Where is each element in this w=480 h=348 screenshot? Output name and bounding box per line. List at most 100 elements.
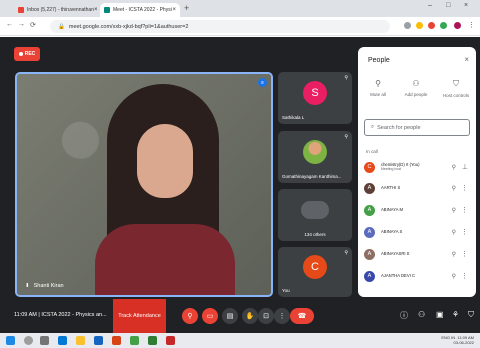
avatar: A: [364, 270, 375, 282]
tile-name: 134 others: [304, 232, 326, 237]
leave-call-button[interactable]: ☎: [290, 308, 314, 324]
mic-off-icon[interactable]: ⚲: [182, 308, 198, 324]
url-text: meet.google.com/xxb-xjkd-bqf?pli=1&authu…: [68, 23, 189, 30]
camera-off-icon[interactable]: ▭: [202, 308, 218, 324]
more-options-icon[interactable]: ⋮: [461, 206, 468, 214]
more-options-icon[interactable]: ⋮: [461, 250, 468, 258]
action-label: Add people: [404, 92, 428, 97]
new-tab-button[interactable]: +: [184, 3, 189, 13]
participant-row[interactable]: A AJANTHA DEVI C ⚲ ⋮: [364, 269, 472, 283]
excel-icon[interactable]: [148, 336, 157, 345]
close-icon[interactable]: ×: [464, 55, 469, 64]
mic-off-icon[interactable]: ⚲: [452, 251, 456, 258]
word-icon[interactable]: [94, 336, 103, 345]
participant-name: AJANTHA DEVI C: [381, 273, 415, 279]
chat-icon[interactable]: ▣: [436, 310, 444, 319]
tab-inbox[interactable]: Inbox (5,227) - thiruvennathan ×: [14, 3, 100, 17]
others-tile[interactable]: 134 others: [278, 189, 352, 241]
search-people-input[interactable]: ⌕ Search for people: [364, 119, 470, 136]
main-speaker-video[interactable]: ≡ ⬇ Shanti Kiran: [15, 72, 273, 297]
participant-name: ABINAYA M: [381, 207, 403, 213]
window-close-icon[interactable]: ×: [464, 2, 468, 9]
maximize-icon[interactable]: □: [446, 2, 450, 9]
pin-icon[interactable]: ⊥: [462, 163, 468, 171]
mic-off-icon[interactable]: ⚲: [452, 185, 456, 192]
lock-icon: 🔒: [58, 23, 65, 30]
file-explorer-icon[interactable]: [76, 336, 85, 345]
in-call-label: In call: [366, 149, 378, 154]
tab-close-icon[interactable]: ×: [94, 7, 98, 13]
mic-off-icon: ⚲: [344, 134, 348, 140]
edge-icon[interactable]: [58, 336, 67, 345]
mic-off-icon[interactable]: ⚲: [452, 164, 456, 171]
participant-name: AARTHI S: [381, 185, 401, 191]
participant-row[interactable]: A ABINAYA M ⚲ ⋮: [364, 203, 472, 217]
participant-tile[interactable]: S ⚲ Sathikala L: [278, 72, 352, 124]
search-icon: ⌕: [371, 124, 375, 130]
cast-icon[interactable]: [404, 22, 411, 29]
recording-badge: REC: [14, 47, 40, 61]
meet-stage: REC ≡ ⬇ Shanti Kiran S ⚲ Sathikala L ⚲ G…: [0, 37, 480, 333]
avatar: S: [303, 80, 327, 105]
participant-row[interactable]: A AARTHI S ⚲ ⋮: [364, 181, 472, 195]
avatar: A: [364, 226, 375, 238]
host-controls-button[interactable]: ⛉ Host controls: [438, 79, 474, 98]
clock-date[interactable]: 03-06-2022: [454, 340, 474, 345]
people-icon[interactable]: ⚇: [418, 310, 425, 319]
meeting-info: 11:09 AM | ICSTA 2022 - Physics an...: [14, 312, 107, 318]
system-tray: ENG IN 11:09 AM 03-06-2022: [441, 335, 474, 345]
participant-tile[interactable]: ⚲ Gomathinayagam Kanthima...: [278, 131, 352, 183]
more-options-icon[interactable]: ⋮: [274, 308, 290, 324]
mic-off-icon: ⚲: [344, 75, 348, 81]
powerpoint-icon[interactable]: [112, 336, 121, 345]
speaking-indicator-icon: ≡: [258, 78, 267, 87]
chrome-icon[interactable]: [130, 336, 139, 345]
raise-hand-icon[interactable]: ✋: [242, 308, 258, 324]
mic-off-icon[interactable]: ⚲: [452, 229, 456, 236]
more-options-icon[interactable]: ⋮: [461, 228, 468, 236]
tab-label: Meet - ICSTA 2022 - Physi: [113, 7, 172, 13]
host-controls-icon[interactable]: ⛉: [468, 310, 474, 320]
activities-icon[interactable]: ⚘: [452, 310, 459, 319]
self-tile[interactable]: C ⚲ You: [278, 247, 352, 297]
action-label: Mute all: [370, 92, 386, 97]
shield-icon: ⛉: [453, 79, 459, 88]
chrome-menu-icon[interactable]: ⋮: [468, 21, 475, 29]
participant-name: ABINAYA S: [381, 229, 403, 235]
mic-off-icon[interactable]: ⚲: [452, 273, 456, 280]
bookmark-star-icon[interactable]: [416, 22, 423, 29]
extension-icon[interactable]: [428, 22, 435, 29]
pdf-icon[interactable]: [166, 336, 175, 345]
captions-icon[interactable]: ▤: [222, 308, 238, 324]
search-icon[interactable]: [24, 336, 33, 345]
separator: |: [38, 312, 40, 318]
mute-all-button[interactable]: ⚲ Mute all: [360, 79, 396, 97]
back-icon[interactable]: ←: [6, 21, 13, 28]
minimize-icon[interactable]: –: [428, 2, 432, 9]
avatar: C: [364, 161, 375, 173]
more-options-icon[interactable]: ⋮: [461, 184, 468, 192]
tab-meet[interactable]: Meet - ICSTA 2022 - Physi ×: [100, 3, 180, 17]
windows-start-icon[interactable]: [6, 336, 15, 345]
mic-off-icon[interactable]: ⚲: [452, 207, 456, 214]
extension-icon[interactable]: [440, 22, 447, 29]
speaker-body: [95, 224, 235, 295]
tab-close-icon[interactable]: ×: [172, 7, 176, 13]
participant-row[interactable]: C chemistry(D) rt (You) Meeting host ⚲ ⊥: [364, 160, 472, 174]
participant-row[interactable]: A ABINAYASRI S ⚲ ⋮: [364, 247, 472, 261]
url-field[interactable]: 🔒 meet.google.com/xxb-xjkd-bqf?pli=1&aut…: [50, 20, 390, 33]
forward-icon[interactable]: →: [18, 21, 25, 28]
add-people-button[interactable]: ⚇ Add people: [398, 79, 434, 97]
track-attendance-button[interactable]: Track Attendance: [113, 299, 166, 333]
avatar: [303, 139, 327, 164]
task-view-icon[interactable]: [40, 336, 49, 345]
profile-avatar[interactable]: [454, 22, 461, 29]
reload-icon[interactable]: ⟳: [30, 21, 36, 29]
meet-favicon-icon: [104, 7, 110, 13]
present-screen-icon[interactable]: ⊡: [258, 308, 274, 324]
more-options-icon[interactable]: ⋮: [461, 272, 468, 280]
meeting-title: ICSTA 2022 - Physics an...: [41, 312, 107, 318]
others-avatars: [301, 200, 329, 219]
info-icon[interactable]: ⓘ: [400, 310, 408, 321]
participant-row[interactable]: A ABINAYA S ⚲ ⋮: [364, 225, 472, 239]
